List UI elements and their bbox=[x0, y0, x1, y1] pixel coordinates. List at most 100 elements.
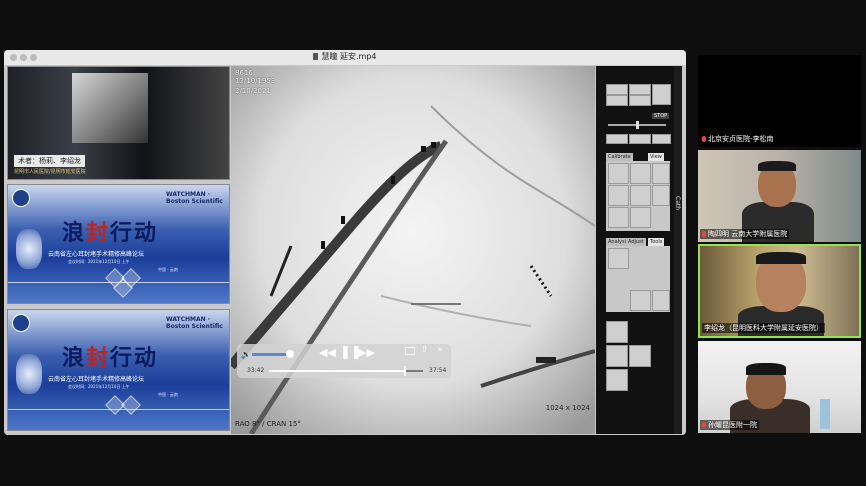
brand-logo: WATCHMAN · Boston Scientific bbox=[166, 191, 223, 205]
device-illustration bbox=[16, 229, 42, 269]
slide-thumbnail-event-1[interactable]: WATCHMAN · Boston Scientific 浪封行动 云南省左心耳… bbox=[7, 184, 230, 304]
tool-button[interactable] bbox=[652, 134, 671, 144]
volume-slider[interactable] bbox=[252, 353, 290, 356]
surgeons-caption: 术者：杨莉、李绍龙 bbox=[14, 155, 85, 167]
tool-grid-top bbox=[606, 161, 670, 231]
tool-button[interactable] bbox=[630, 290, 651, 311]
tool-button[interactable] bbox=[606, 84, 628, 95]
ecg-wave-decoration bbox=[8, 409, 229, 424]
tool-button[interactable] bbox=[606, 95, 628, 106]
tab-adjust[interactable]: Adjust bbox=[626, 238, 646, 246]
tool-button[interactable] bbox=[652, 84, 671, 105]
participant-name-tag: 李绍龙（昆明医科大学附属延安医院） bbox=[702, 323, 825, 333]
window-titlebar: 慧瞳 延安.mp4 bbox=[4, 50, 686, 66]
overlay-birthdate: 12/10/1953 bbox=[235, 77, 276, 85]
tool-button[interactable] bbox=[652, 163, 670, 184]
video-file-icon bbox=[313, 53, 319, 60]
tool-button[interactable] bbox=[652, 185, 670, 206]
slide-thumbnail-camera[interactable]: 术者：杨莉、李绍龙 昆明市人民医院/昆明市延安医院 bbox=[7, 66, 230, 180]
tool-button[interactable] bbox=[608, 185, 629, 206]
volume-knob[interactable] bbox=[285, 350, 294, 358]
participant-hair bbox=[756, 252, 806, 264]
slide-thumbnail-event-2[interactable]: WATCHMAN · Boston Scientific 浪封行动 云南省左心耳… bbox=[7, 309, 230, 431]
participant-name-tag: 陶四明 云南大学附属医院 bbox=[700, 229, 790, 239]
brand-logo: WATCHMAN · Boston Scientific bbox=[166, 316, 223, 330]
window-title-text: 慧瞳 延安.mp4 bbox=[321, 52, 377, 61]
society-logo-icon bbox=[12, 314, 30, 332]
tool-grid-bottom bbox=[606, 246, 670, 312]
muted-mic-icon bbox=[702, 422, 706, 428]
tab-tools[interactable]: Tools bbox=[648, 238, 665, 246]
slide-title: 浪封行动 bbox=[62, 220, 159, 246]
device-illustration bbox=[16, 354, 42, 394]
slide-meta: 会议时间：2021年12月10日 上午 bbox=[68, 259, 130, 264]
participant-name: 陶四明 云南大学附属医院 bbox=[708, 230, 788, 238]
active-speaker-tile[interactable]: 李绍龙（昆明医科大学附属延安医院） bbox=[698, 244, 861, 338]
slide-subtitle: 云南省左心耳封堵手术精修高峰论坛 bbox=[48, 251, 145, 258]
side-strip: Cath bbox=[674, 66, 682, 434]
participant-name: 北京安贞医院-李松南 bbox=[708, 135, 774, 143]
society-logo-icon bbox=[12, 189, 30, 207]
tool-button[interactable] bbox=[630, 185, 651, 206]
tool-button[interactable] bbox=[629, 345, 651, 367]
tool-button[interactable] bbox=[652, 290, 670, 311]
cath-label: Cath bbox=[674, 196, 681, 211]
participant-name: 李绍龙（昆明医科大学附属延安医院） bbox=[704, 324, 823, 332]
window-title: 慧瞳 延安.mp4 bbox=[4, 51, 686, 62]
participant-tile[interactable]: 孙耀昆医附一院 bbox=[698, 341, 861, 433]
tool-button[interactable] bbox=[629, 95, 651, 106]
share-icon[interactable]: ⇧ bbox=[421, 345, 429, 355]
scrubber-handle[interactable] bbox=[403, 366, 406, 376]
participant-name-tag: 北京安贞医院-李松南 bbox=[700, 134, 776, 144]
participant-tile[interactable]: 陶四明 云南大学附属医院 bbox=[698, 150, 861, 242]
tool-button[interactable] bbox=[630, 163, 651, 184]
overlay-id: 8616 bbox=[235, 69, 253, 77]
tool-button[interactable] bbox=[608, 207, 629, 228]
projection-angle: RAO 8° / CRAN 15° bbox=[235, 420, 301, 428]
slide-location: 中国 · 云南 bbox=[158, 267, 178, 272]
participant-hair bbox=[746, 363, 786, 375]
participant-tile[interactable]: 北京安贞医院-李松南 bbox=[698, 55, 861, 147]
slide-location: 中国 · 云南 bbox=[158, 392, 178, 397]
volume-icon[interactable]: 🔈 bbox=[241, 350, 251, 359]
more-chevron-icon[interactable]: » bbox=[437, 345, 443, 355]
tool-button[interactable] bbox=[629, 84, 651, 95]
ultrasound-monitor bbox=[72, 73, 148, 143]
elapsed-time: 33:42 bbox=[247, 367, 265, 374]
stop-label[interactable]: STOP bbox=[652, 113, 670, 119]
picture-in-picture-icon[interactable] bbox=[405, 347, 415, 355]
tool-button[interactable] bbox=[606, 345, 628, 367]
tool-button[interactable] bbox=[608, 163, 629, 184]
viewer-tool-panel: STOP Calibrate View Analysis Adjust Tool… bbox=[596, 66, 682, 434]
rewind-button[interactable]: ◀◀ bbox=[319, 346, 336, 359]
ecg-wave-decoration bbox=[8, 282, 229, 297]
shared-screen-window: 慧瞳 延安.mp4 术者：杨莉、李绍龙 昆明市人民医院/昆明市延安医院 WATC… bbox=[4, 50, 686, 435]
slide-meta: 会议时间：2021年12月10日 上午 bbox=[68, 384, 130, 389]
slide-title: 浪封行动 bbox=[62, 345, 159, 371]
remaining-time: 37:54 bbox=[429, 367, 447, 374]
slide-subtitle: 云南省左心耳封堵手术精修高峰论坛 bbox=[48, 376, 145, 383]
tool-button[interactable] bbox=[630, 207, 651, 228]
angiogram-viewer[interactable]: 8616 12/10/1953 2/10/2021 1024 x 1024 RA… bbox=[231, 66, 595, 434]
tool-button[interactable] bbox=[606, 321, 628, 343]
tool-button[interactable] bbox=[608, 248, 629, 269]
overlay-exam-date: 2/10/2021 bbox=[235, 87, 271, 95]
window-content: 术者：杨莉、李绍龙 昆明市人民医院/昆明市延安医院 WATCHMAN · Bos… bbox=[4, 65, 686, 435]
angiogram-image bbox=[231, 66, 595, 434]
image-resolution: 1024 x 1024 bbox=[545, 404, 590, 412]
tab-view[interactable]: View bbox=[648, 153, 664, 161]
tool-button[interactable] bbox=[606, 134, 628, 144]
video-player-controls[interactable]: 🔈 ◀◀ ❚❚ ▶▶ ⇧ » 33:42 37:54 bbox=[237, 344, 451, 378]
participant-name: 孙耀昆医附一院 bbox=[708, 421, 757, 429]
cine-speed-knob[interactable] bbox=[636, 121, 639, 129]
fast-forward-button[interactable]: ▶▶ bbox=[358, 346, 375, 359]
participant-hair bbox=[758, 161, 796, 171]
scrubber-progress bbox=[269, 370, 405, 372]
participant-name-tag: 孙耀昆医附一院 bbox=[700, 420, 759, 430]
muted-mic-icon bbox=[702, 231, 706, 237]
scrubber-track[interactable] bbox=[269, 366, 423, 376]
tool-button[interactable] bbox=[629, 134, 651, 144]
hospitals-caption: 昆明市人民医院/昆明市延安医院 bbox=[14, 169, 86, 175]
tab-calibrate[interactable]: Calibrate bbox=[606, 153, 633, 161]
tool-button[interactable] bbox=[606, 369, 628, 391]
